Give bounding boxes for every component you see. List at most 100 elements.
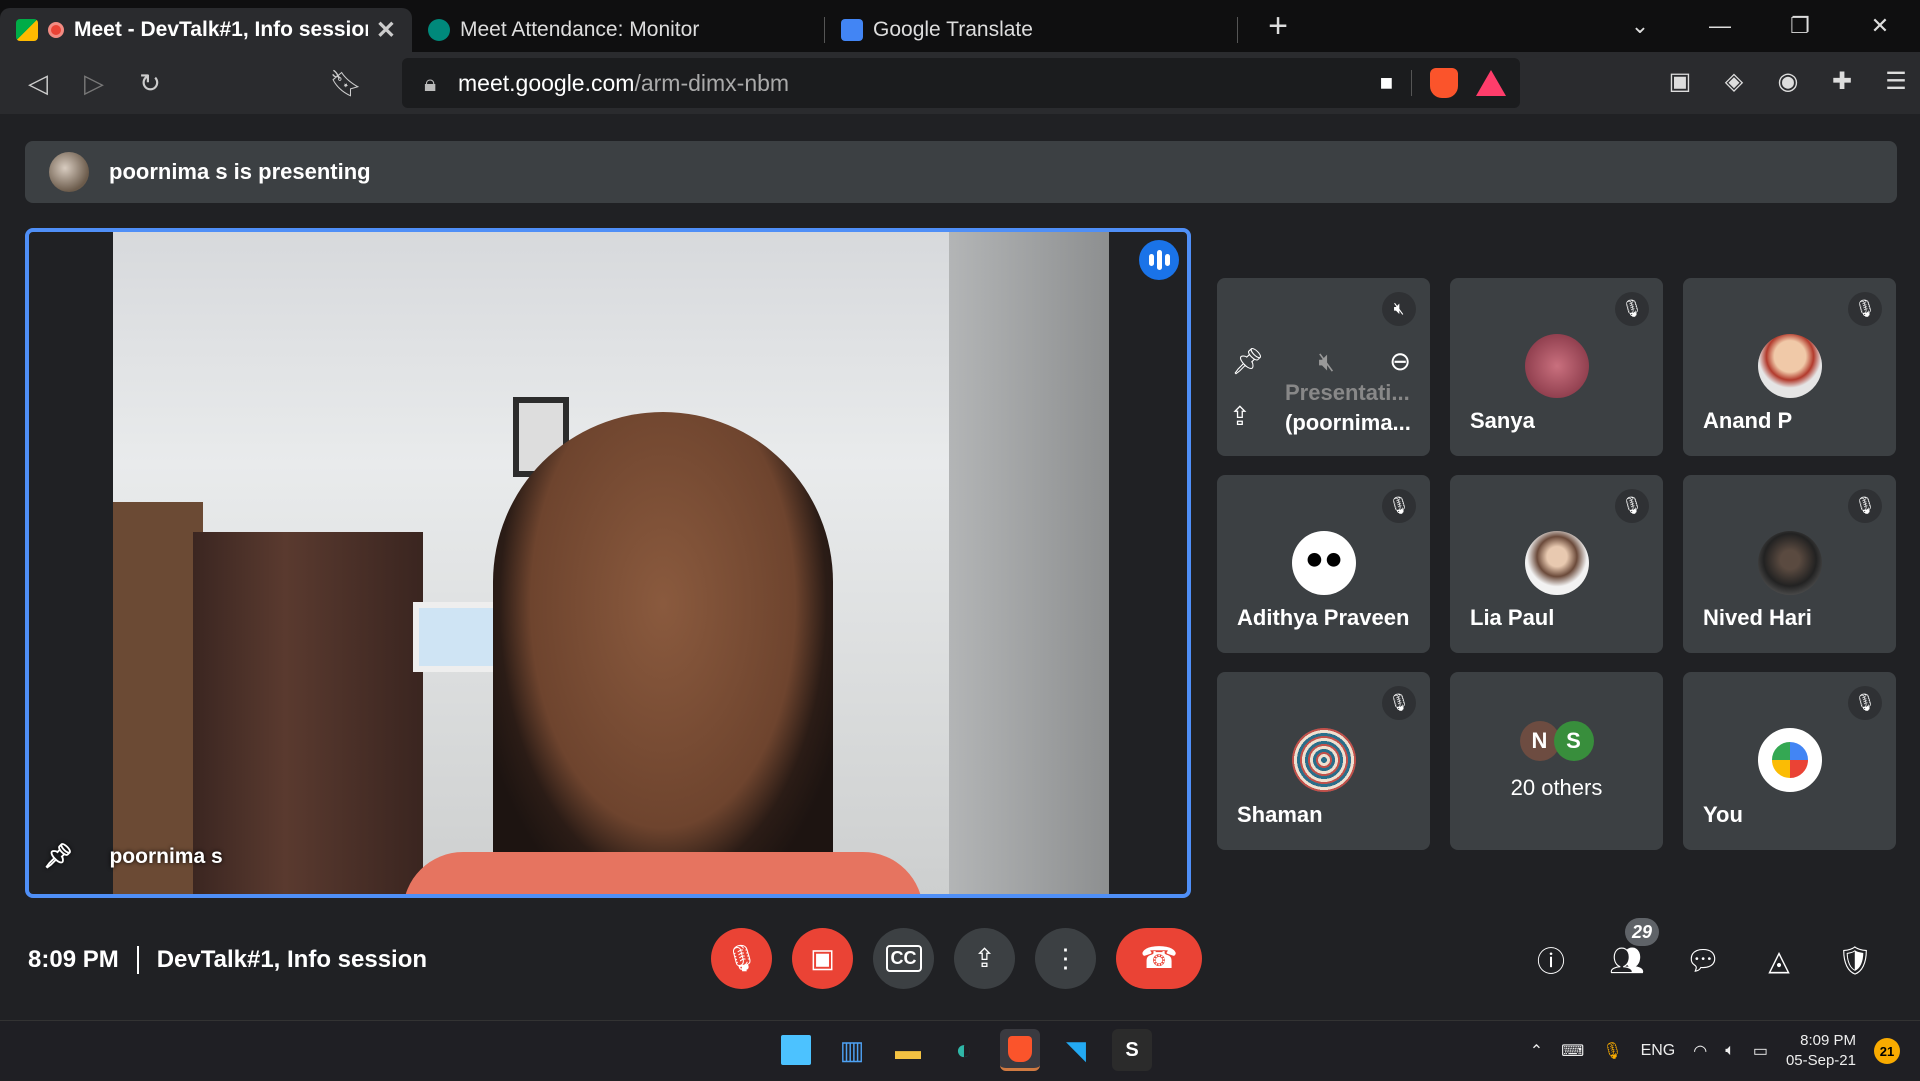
meet-icon [16,19,38,41]
more-options-button[interactable]: ⋮ [1035,928,1096,989]
reload-icon[interactable]: ↻ [122,68,178,99]
tab-attendance[interactable]: Meet Attendance: Monitor [412,8,824,52]
os-taskbar: ▥ ▬ ◐ ◥ S ⌃ ⌨︎ 🎙︎ ENG ◠ 🔈︎ ▭ 8:09 PM 05-… [0,1020,1920,1080]
more-vert-icon: ⋮ [1052,943,1079,973]
pin-icon[interactable]: 📌︎ [43,842,73,871]
participant-name: Nived Hari [1703,605,1812,630]
clock[interactable]: 8:09 PM 05-Sep-21 [1786,1031,1856,1071]
self-tile[interactable]: 🎙︎ You [1683,672,1896,850]
participant-tile[interactable]: 🎙︎ Anand P [1683,278,1896,456]
mute-icon[interactable]: 🔇︎ [1318,346,1334,378]
meet-attendance-extension-icon[interactable]: ◉ [1772,64,1804,98]
meeting-details: 8:09 PM DevTalk#1, Info session [28,946,427,974]
close-tab-icon[interactable]: ✕ [376,16,396,45]
recording-icon [48,22,64,38]
main-video-label: 📌︎ poornima s [43,842,223,871]
chat-button[interactable]: 💬︎ [1685,940,1721,980]
divider [136,946,139,974]
presenting-text: poornima s is presenting [109,159,371,184]
file-explorer-icon[interactable]: ▬ [888,1029,928,1071]
mic-off-icon: 🎙︎ [1848,686,1882,720]
others-avatars: N S [1519,721,1594,761]
avatar [1757,334,1822,398]
volume-icon[interactable]: 🔈︎ [1725,1042,1735,1060]
hang-up-icon: ☎︎ [1140,942,1178,975]
edge-icon[interactable]: ◐ [944,1029,984,1071]
presentation-line1: Presentati... [1285,380,1410,405]
participant-tile[interactable]: 🎙︎ Sanya [1450,278,1663,456]
chevron-up-icon[interactable]: ⌃ [1530,1041,1543,1061]
maximize-icon[interactable]: ❐ [1760,13,1840,39]
tab-meet[interactable]: Meet - DevTalk#1, Info session ✕ [0,8,412,52]
speaking-indicator-icon [1139,240,1179,280]
meeting-title: DevTalk#1, Info session [156,946,428,973]
presenter-video [113,232,1109,894]
present-now-button[interactable]: ⇪ [954,928,1015,989]
keyboard-icon[interactable]: ⌨︎ [1561,1041,1584,1061]
toggle-mic-button[interactable]: 🎙︎ [711,928,772,989]
camera-in-use-icon[interactable]: ■ [1380,70,1393,96]
mic-off-icon: 🎙︎ [1615,292,1649,326]
presenter-name: poornima s [109,844,223,868]
activities-button[interactable]: ◬ [1761,940,1797,980]
vscode-icon[interactable]: ◥ [1056,1029,1096,1071]
toggle-camera-button[interactable]: ▣ [792,928,853,989]
close-window-icon[interactable]: ✕ [1840,13,1920,39]
pin-icon[interactable]: 📌︎ [1231,346,1264,378]
back-icon[interactable]: ◁ [10,68,66,99]
main-video-tile[interactable]: 📌︎ poornima s [25,228,1191,898]
call-controls: 🎙︎ ▣ CC ⇪ ⋮ ☎︎ [711,928,1202,989]
leave-call-button[interactable]: ☎︎ [1116,928,1202,989]
language-indicator[interactable]: ENG [1641,1042,1676,1060]
attendance-icon [428,19,450,41]
presentation-line2: (poornima... [1285,410,1411,435]
tile-hover-controls: 📌︎ 🔇︎ ⊖ [1231,346,1411,378]
avatar [1757,531,1822,595]
presentation-tile[interactable]: 🔇︎ 📌︎ 🔇︎ ⊖ ⇪ Presentati... (poornima... [1217,278,1430,456]
battery-icon[interactable]: ▭ [1753,1041,1768,1061]
new-tab-button[interactable]: + [1258,7,1298,46]
url-path: /arm-dimx-nbm [634,69,790,96]
picture-in-picture-icon[interactable]: ▣ [1664,64,1696,98]
participant-tile[interactable]: 🎙︎ Lia Paul [1450,475,1663,653]
others-tile[interactable]: N S 20 others [1450,672,1663,850]
windows-start-icon[interactable] [781,1035,811,1065]
meeting-control-bar: 8:09 PM DevTalk#1, Info session 🎙︎ ▣ CC … [0,912,1920,1020]
lock-icon: 🔒︎ [424,69,437,96]
minimize-icon[interactable]: — [1680,13,1760,39]
avatar [1291,728,1356,792]
presenting-banner: poornima s is presenting [25,141,1897,203]
meeting-details-button[interactable]: ⓘ [1533,940,1569,980]
forward-icon[interactable]: ▷ [66,68,122,99]
video-door [193,532,423,894]
notification-badge[interactable]: 21 [1874,1038,1900,1064]
menu-icon[interactable]: ☰ [1880,64,1912,98]
brave-shields-icon[interactable] [1430,68,1458,98]
translate-icon [841,19,863,41]
participant-tile[interactable]: 🎙︎ Shaman [1217,672,1430,850]
address-bar[interactable]: 🔒︎ meet.google.com/arm-dimx-nbm ■ [402,58,1520,108]
puzzle-extensions-icon[interactable]: ✚ [1826,64,1858,98]
host-controls-button[interactable]: 🛡︎ [1837,940,1873,980]
wifi-icon[interactable]: ◠ [1693,1041,1707,1061]
extension-icon[interactable]: ◈ [1718,64,1750,98]
bookmark-icon[interactable]: 🔖︎ [318,68,374,99]
participant-name: Shaman [1237,802,1323,827]
people-button[interactable]: 👥︎ 29 [1609,918,1659,980]
remove-icon[interactable]: ⊖ [1389,346,1411,378]
meeting-time: 8:09 PM [28,946,119,973]
brave-browser-icon[interactable] [1000,1029,1040,1071]
participant-tile[interactable]: 🎙︎ Nived Hari [1683,475,1896,653]
participant-name: You [1703,802,1743,827]
mic-off-icon: 🎙︎ [1382,686,1416,720]
participant-tile[interactable]: 🎙︎ Adithya Praveen [1217,475,1430,653]
slack-icon[interactable]: S [1112,1029,1152,1071]
tab-search-icon[interactable]: ⌄ [1600,13,1680,39]
tab-title: Google Translate [873,18,1033,41]
participant-name: Adithya Praveen [1237,605,1410,630]
captions-button[interactable]: CC [873,928,934,989]
microphone-icon[interactable]: 🎙︎ [1602,1041,1622,1061]
widgets-icon[interactable]: ▥ [832,1029,872,1071]
brave-rewards-icon[interactable] [1476,70,1506,96]
tab-translate[interactable]: Google Translate [825,8,1237,52]
